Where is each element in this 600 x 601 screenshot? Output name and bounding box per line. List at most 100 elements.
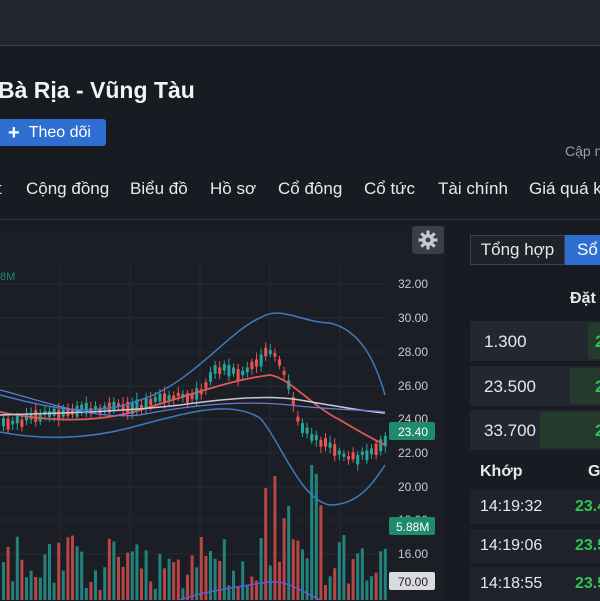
candle-body [310, 433, 314, 441]
nav-item-shareholders[interactable]: Cổ đông [278, 179, 342, 199]
candle-body [259, 354, 263, 367]
candle-body [241, 370, 245, 376]
tab-orderbook[interactable]: Sổ [565, 235, 600, 265]
y-tick: 26.00 [398, 379, 428, 393]
candle-body [255, 359, 258, 367]
candle-body [356, 455, 360, 465]
candle-body [218, 367, 222, 374]
section-nav: t Cộng đồng Biểu đồ Hồ sơ Cổ đông Cổ tức… [0, 176, 600, 206]
candle-body [52, 408, 56, 416]
volume-bar [296, 540, 300, 600]
update-time-label: Cập n [565, 143, 600, 159]
volume-bar [144, 550, 148, 600]
top-bar [0, 0, 600, 46]
plus-icon: + [8, 121, 20, 144]
volume-bar [126, 552, 130, 600]
candle-body [305, 427, 309, 434]
candle-body [379, 439, 383, 452]
candle-body [167, 395, 171, 400]
page-title: Bà Rịa - Vũng Tàu [0, 77, 195, 103]
volume-bar [66, 537, 70, 600]
y-tick: 30.00 [398, 311, 428, 325]
candle-body [48, 411, 51, 418]
y-tick: 22.00 [398, 446, 428, 460]
order-row: 1.300 2 [470, 321, 600, 361]
trade-row: 14:19:32 23.4 [470, 490, 600, 524]
nav-item-price-history[interactable]: Giá quá k [529, 179, 600, 199]
nav-item-prev[interactable]: t [0, 179, 2, 199]
order-volume: 2 [595, 421, 600, 440]
nav-item-profile[interactable]: Hồ sơ [210, 179, 256, 199]
order-volume: 2 [595, 332, 600, 351]
candle-body [351, 452, 355, 460]
volume-bar [365, 580, 369, 600]
price-chart[interactable]: 8M 32.00 30.00 28.00 26.00 24.00 22.00 2… [0, 225, 446, 600]
volume-bar [324, 585, 327, 600]
candle-body [20, 419, 24, 427]
candle-body [213, 365, 217, 374]
candle-body [158, 393, 162, 402]
candle-body [2, 418, 5, 427]
candle-body [301, 423, 304, 433]
candle-body [112, 401, 116, 411]
candle-body [15, 415, 19, 424]
nav-item-finance[interactable]: Tài chính [438, 179, 508, 199]
nav-item-dividends[interactable]: Cổ tức [364, 179, 415, 199]
volume-bar [232, 570, 235, 600]
nav-item-chart[interactable]: Biểu đồ [130, 179, 188, 199]
volume-bar [301, 549, 304, 600]
volume-bar [351, 558, 355, 600]
volume-bar [213, 558, 217, 600]
volume-bar [11, 581, 15, 600]
candle-body [360, 451, 364, 455]
chart-settings-button[interactable] [412, 226, 444, 254]
y-tick: 28.00 [398, 345, 428, 359]
nav-item-community[interactable]: Cộng đồng [26, 179, 109, 199]
volume-bar [342, 535, 346, 600]
candle-body [324, 438, 327, 447]
volume-bar [89, 581, 93, 600]
candle-body [291, 396, 295, 406]
candle-body [236, 369, 240, 381]
volume-bar [43, 554, 47, 600]
volume-bar [71, 535, 74, 600]
order-price: 33.700 [484, 421, 536, 440]
order-row: 23.500 2 [470, 366, 600, 406]
candle-body [250, 361, 254, 370]
volume-bar [370, 576, 373, 600]
volume-bar [172, 561, 176, 600]
volume-bar [20, 559, 24, 600]
candle-body [195, 388, 199, 400]
volume-bar [250, 576, 254, 600]
order-price: 23.500 [484, 377, 536, 396]
candle-body [333, 444, 337, 456]
volume-bar [186, 574, 189, 600]
volume-bar [328, 576, 332, 600]
volume-bar [25, 577, 28, 600]
trade-price: 23.5 [575, 575, 600, 592]
volume-bar [282, 518, 286, 600]
candle-body [278, 359, 281, 366]
chart-canvas: 8M 32.00 30.00 28.00 26.00 24.00 22.00 2… [0, 262, 435, 600]
volume-bar [130, 551, 134, 600]
candle-body [176, 392, 180, 397]
candle-body [144, 398, 148, 409]
indicator-badge: 70.00 [398, 575, 428, 589]
volume-bar [167, 558, 171, 600]
follow-button[interactable]: + Theo dõi [0, 119, 106, 146]
order-row: 33.700 2 [470, 410, 600, 450]
volume-bar [374, 572, 378, 600]
candle-body [365, 450, 369, 461]
y-tick: 32.00 [398, 277, 428, 291]
volume-bar [153, 588, 157, 600]
candle-body [296, 416, 300, 422]
volume-bar [75, 546, 79, 600]
order-volume-bar [540, 412, 600, 448]
candle-body [149, 398, 153, 406]
volume-bar [360, 548, 364, 600]
candle-body [245, 367, 249, 373]
volume-bar [163, 568, 166, 600]
volume-bar [218, 561, 222, 600]
volume-bar [2, 562, 5, 600]
tab-summary[interactable]: Tổng hợp [470, 235, 565, 265]
